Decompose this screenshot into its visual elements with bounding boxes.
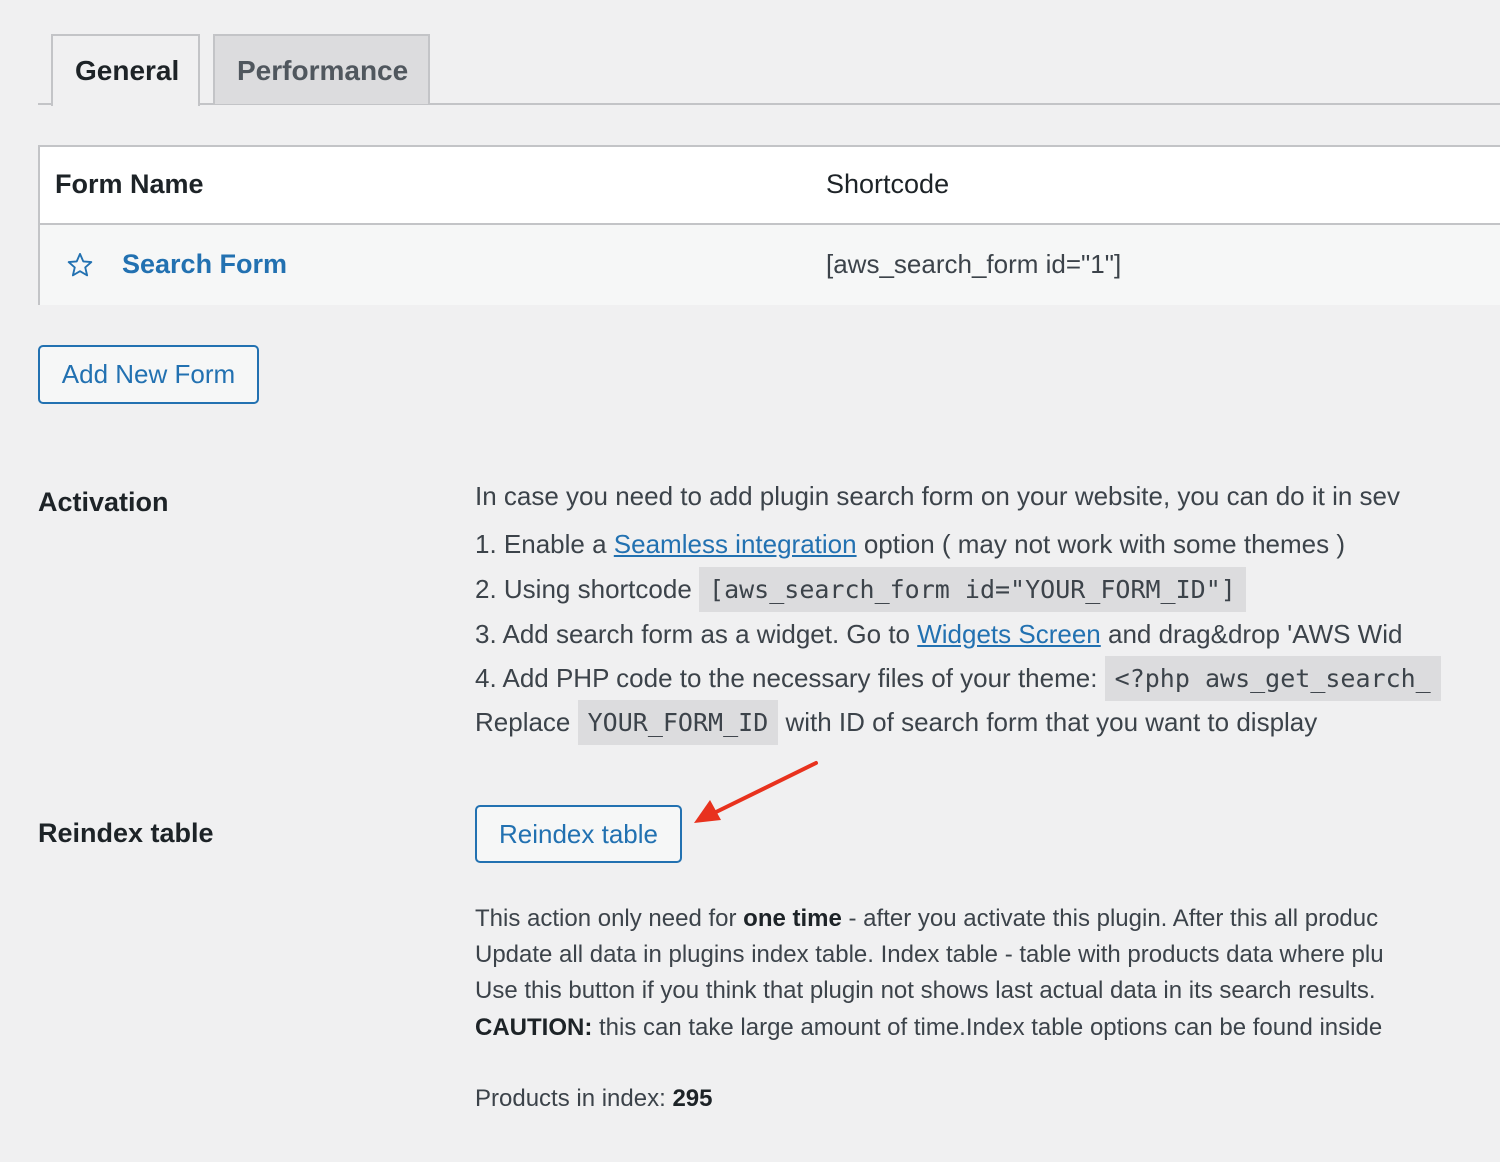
reindex-desc-4: CAUTION: this can take large amount of t… [475, 1014, 1382, 1042]
form-id-code: YOUR_FORM_ID [577, 700, 779, 745]
activation-step-3: 3. Add search form as a widget. Go to Wi… [475, 619, 1402, 650]
activation-step-1: 1. Enable a Seamless integration option … [475, 529, 1345, 560]
table-header: Form Name Shortcode [40, 147, 1500, 225]
desc1-text-after: - after you activate this plugin. After … [841, 905, 1379, 932]
products-in-index: Products in index: 295 [475, 1085, 712, 1113]
replace-text: Replace [475, 707, 578, 737]
desc4-text: this can take large amount of time.Index… [592, 1014, 1383, 1041]
activation-label: Activation [38, 487, 169, 517]
activation-step-2: 2. Using shortcode [aws_search_form id="… [475, 567, 1246, 612]
reindex-label: Reindex table [38, 818, 214, 848]
tab-performance[interactable]: Performance [213, 34, 430, 104]
replace-text-after: with ID of search form that you want to … [778, 707, 1318, 737]
step1-text: 1. Enable a [475, 529, 614, 559]
forms-table: Form Name Shortcode Search Form [aws_sea… [38, 145, 1500, 305]
desc1-text: This action only need for [475, 905, 744, 932]
php-code-example: <?php aws_get_search_ [1104, 656, 1441, 701]
tab-general[interactable]: General [51, 34, 200, 106]
seamless-integration-link[interactable]: Seamless integration [614, 529, 857, 559]
step1-text-after: option ( may not work with some themes ) [856, 529, 1345, 559]
activation-replace-note: Replace YOUR_FORM_ID with ID of search f… [475, 700, 1318, 745]
column-header-shortcode: Shortcode [826, 169, 950, 199]
reindex-desc-2: Update all data in plugins index table. … [475, 941, 1384, 968]
star-outline-icon[interactable] [66, 251, 94, 279]
reindex-table-button[interactable]: Reindex table [475, 805, 682, 863]
products-label: Products in index: [475, 1085, 673, 1112]
desc1-bold: one time [743, 905, 842, 932]
activation-intro: In case you need to add plugin search fo… [475, 481, 1400, 511]
products-count: 295 [672, 1085, 713, 1112]
step2-text: 2. Using shortcode [475, 574, 700, 604]
table-row: Search Form [aws_search_form id="1"] [40, 225, 1500, 305]
reindex-desc-1: This action only need for one time - aft… [475, 905, 1378, 933]
column-header-form-name: Form Name [55, 169, 204, 199]
add-new-form-button[interactable]: Add New Form [38, 345, 259, 404]
activation-step-4: 4. Add PHP code to the necessary files o… [475, 656, 1441, 701]
form-name-link[interactable]: Search Form [122, 249, 287, 280]
shortcode-example: [aws_search_form id="YOUR_FORM_ID"] [699, 567, 1246, 612]
step3-text-after: and drag&drop 'AWS Wid [1100, 619, 1403, 649]
red-arrow-annotation [694, 761, 818, 823]
step4-text: 4. Add PHP code to the necessary files o… [475, 663, 1105, 693]
form-shortcode: [aws_search_form id="1"] [826, 249, 1122, 279]
widgets-screen-link[interactable]: Widgets Screen [917, 619, 1101, 649]
caution-label: CAUTION: [475, 1014, 593, 1041]
step3-text: 3. Add search form as a widget. Go to [475, 619, 918, 649]
reindex-desc-3: Use this button if you think that plugin… [475, 977, 1376, 1004]
